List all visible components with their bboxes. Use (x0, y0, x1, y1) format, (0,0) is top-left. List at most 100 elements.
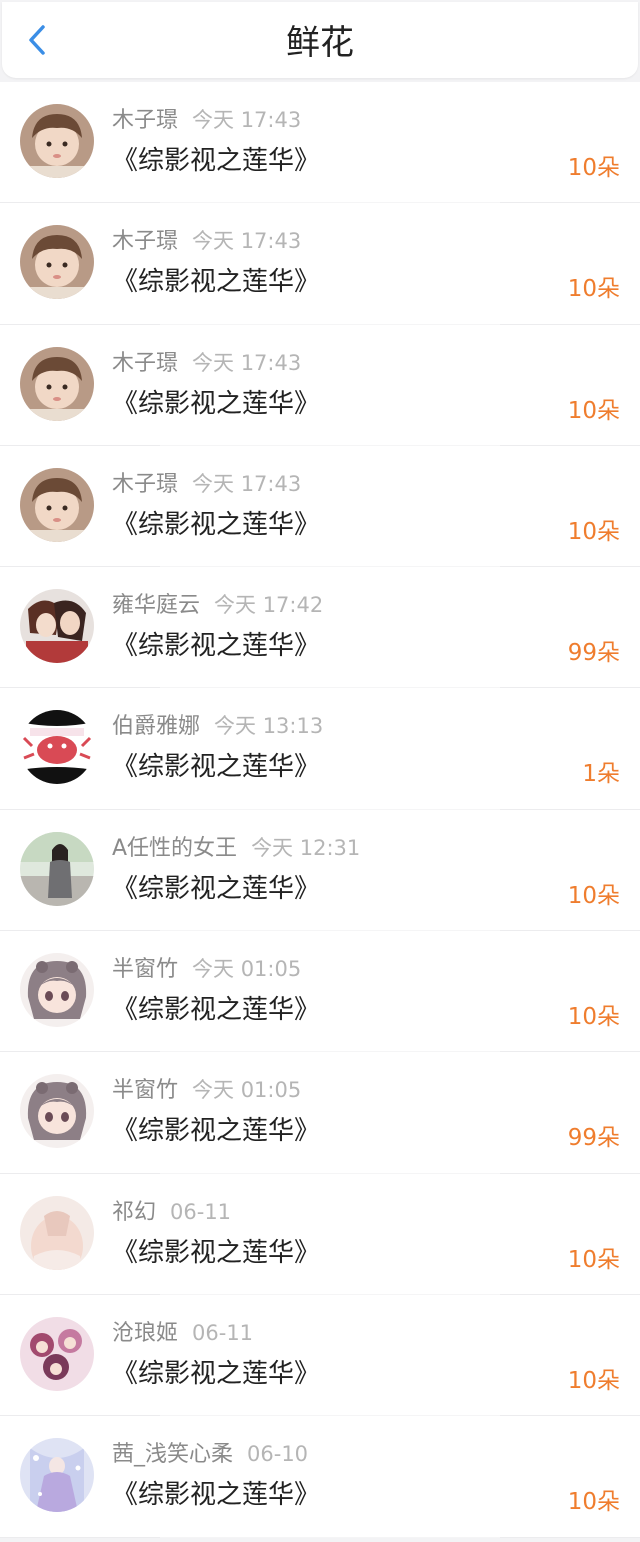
user-name-text: 沧琅姬 (112, 1320, 179, 1346)
timestamp: 今天 01:05 (192, 1078, 302, 1103)
book-title[interactable]: 《综影视之莲华》 (112, 140, 320, 177)
gift-list-item[interactable]: A任性的女王 今天 12:31 《综影视之莲华》 10朵 (0, 809, 640, 932)
book-title[interactable]: 《综影视之莲华》 (112, 261, 320, 298)
timestamp: 今天 13:13 (214, 714, 324, 739)
gift-list-item[interactable]: 木子璟 今天 17:43 《综影视之莲华》 10朵 (0, 203, 640, 325)
book-title[interactable]: 《综影视之莲华》 (112, 746, 320, 783)
book-title[interactable]: 《综影视之莲华》 (112, 383, 320, 420)
avatar[interactable] (20, 1195, 94, 1270)
user-name[interactable]: 沧琅姬 06-11 (112, 1315, 253, 1347)
avatar-image (20, 1438, 94, 1513)
avatar-image (20, 1074, 94, 1149)
timestamp: 今天 01:05 (192, 957, 302, 982)
flower-amount: 10朵 (567, 518, 620, 545)
user-name-text: 伯爵雅娜 (112, 714, 201, 740)
avatar-image (20, 346, 94, 421)
user-name[interactable]: 茜_浅笑心柔 06-10 (112, 1436, 308, 1468)
row-divider (160, 1536, 500, 1538)
flower-amount: 10朵 (567, 397, 620, 424)
book-title[interactable]: 《综影视之莲华》 (112, 625, 320, 662)
book-title[interactable]: 《综影视之莲华》 (112, 1232, 320, 1269)
user-name[interactable]: A任性的女王 今天 12:31 (112, 830, 360, 862)
avatar-image (20, 589, 94, 664)
avatar[interactable] (20, 1074, 94, 1149)
timestamp: 今天 12:31 (251, 835, 361, 860)
user-name[interactable]: 木子璟 今天 17:43 (112, 345, 301, 377)
timestamp: 今天 17:43 (192, 471, 302, 496)
timestamp: 今天 17:43 (192, 229, 302, 254)
book-title[interactable]: 《综影视之莲华》 (112, 1353, 320, 1390)
timestamp: 今天 17:43 (192, 350, 302, 375)
avatar-image (20, 1195, 94, 1270)
avatar-image (20, 710, 94, 785)
user-name-text: 半窗竹 (112, 1078, 179, 1104)
flower-amount: 99朵 (567, 1125, 620, 1152)
avatar-image (20, 1316, 94, 1391)
timestamp: 06-11 (192, 1320, 254, 1345)
avatar-image (20, 953, 94, 1028)
timestamp: 今天 17:42 (214, 593, 324, 618)
gift-list-item[interactable]: 木子璟 今天 17:43 《综影视之莲华》 10朵 (0, 82, 640, 204)
flower-amount: 10朵 (567, 882, 620, 909)
flower-amount: 10朵 (567, 276, 620, 303)
user-name[interactable]: 伯爵雅娜 今天 13:13 (112, 708, 323, 740)
flower-gift-list: 木子璟 今天 17:43 《综影视之莲华》 10朵 木子璟 今天 17:43 《综影… (0, 82, 640, 1538)
top-bar: 鲜花 (2, 2, 638, 78)
book-title[interactable]: 《综影视之莲华》 (112, 989, 320, 1026)
user-name[interactable]: 祁幻 06-11 (112, 1194, 231, 1226)
user-name-text: 木子璟 (112, 229, 179, 255)
avatar[interactable] (20, 467, 94, 542)
gift-list-item[interactable]: 雍华庭云 今天 17:42 《综影视之莲华》 99朵 (0, 567, 640, 689)
gift-list-item[interactable]: 茜_浅笑心柔 06-10 《综影视之莲华》 10朵 (0, 1416, 640, 1538)
book-title[interactable]: 《综影视之莲华》 (112, 868, 320, 905)
gift-list-item[interactable]: 伯爵雅娜 今天 13:13 《综影视之莲华》 1朵 (0, 688, 640, 810)
user-name[interactable]: 木子璟 今天 17:43 (112, 466, 301, 498)
user-name-text: 木子璟 (112, 471, 179, 497)
user-name[interactable]: 木子璟 今天 17:43 (112, 102, 301, 134)
user-name-text: 木子璟 (112, 350, 179, 376)
user-name-text: 木子璟 (112, 108, 179, 133)
user-name[interactable]: 木子璟 今天 17:43 (112, 223, 301, 255)
avatar[interactable] (20, 1438, 94, 1513)
gift-list-item[interactable]: 沧琅姬 06-11 《综影视之莲华》 10朵 (0, 1294, 640, 1417)
flower-amount: 10朵 (567, 155, 620, 181)
avatar[interactable] (20, 589, 94, 664)
flower-amount: 10朵 (567, 1367, 620, 1394)
timestamp: 06-10 (247, 1442, 309, 1467)
timestamp: 今天 17:43 (192, 108, 302, 132)
avatar-image (20, 225, 94, 300)
user-name-text: 半窗竹 (112, 957, 179, 983)
avatar[interactable] (20, 710, 94, 785)
avatar-image (20, 467, 94, 542)
user-name-text: 茜_浅笑心柔 (112, 1442, 234, 1468)
page-title: 鲜花 (286, 23, 354, 63)
book-title[interactable]: 《综影视之莲华》 (112, 504, 320, 541)
user-name-text: A任性的女王 (112, 835, 238, 861)
gift-list-item[interactable]: 木子璟 今天 17:43 《综影视之莲华》 10朵 (0, 445, 640, 568)
avatar[interactable] (20, 225, 94, 300)
avatar[interactable] (20, 104, 94, 178)
avatar[interactable] (20, 1316, 94, 1391)
avatar[interactable] (20, 953, 94, 1028)
avatar-image (20, 831, 94, 906)
flower-amount: 10朵 (567, 1004, 620, 1031)
user-name[interactable]: 雍华庭云 今天 17:42 (112, 587, 323, 619)
flower-amount: 99朵 (567, 640, 620, 667)
user-name[interactable]: 半窗竹 今天 01:05 (112, 951, 301, 983)
avatar[interactable] (20, 831, 94, 906)
timestamp: 06-11 (170, 1199, 232, 1224)
flower-amount: 10朵 (567, 1246, 620, 1273)
book-title[interactable]: 《综影视之莲华》 (112, 1474, 320, 1511)
avatar-image (20, 104, 94, 178)
gift-list-item[interactable]: 木子璟 今天 17:43 《综影视之莲华》 10朵 (0, 324, 640, 446)
gift-list-item[interactable]: 祁幻 06-11 《综影视之莲华》 10朵 (0, 1173, 640, 1295)
gift-list-item[interactable]: 半窗竹 今天 01:05 《综影视之莲华》 99朵 (0, 1052, 640, 1174)
user-name-text: 祁幻 (112, 1199, 157, 1225)
avatar[interactable] (20, 346, 94, 421)
book-title[interactable]: 《综影视之莲华》 (112, 1110, 320, 1147)
flower-amount: 1朵 (582, 761, 620, 788)
gift-list-item[interactable]: 半窗竹 今天 01:05 《综影视之莲华》 10朵 (0, 931, 640, 1053)
flower-amount: 10朵 (567, 1489, 620, 1516)
user-name-text: 雍华庭云 (112, 593, 201, 619)
user-name[interactable]: 半窗竹 今天 01:05 (112, 1072, 301, 1104)
